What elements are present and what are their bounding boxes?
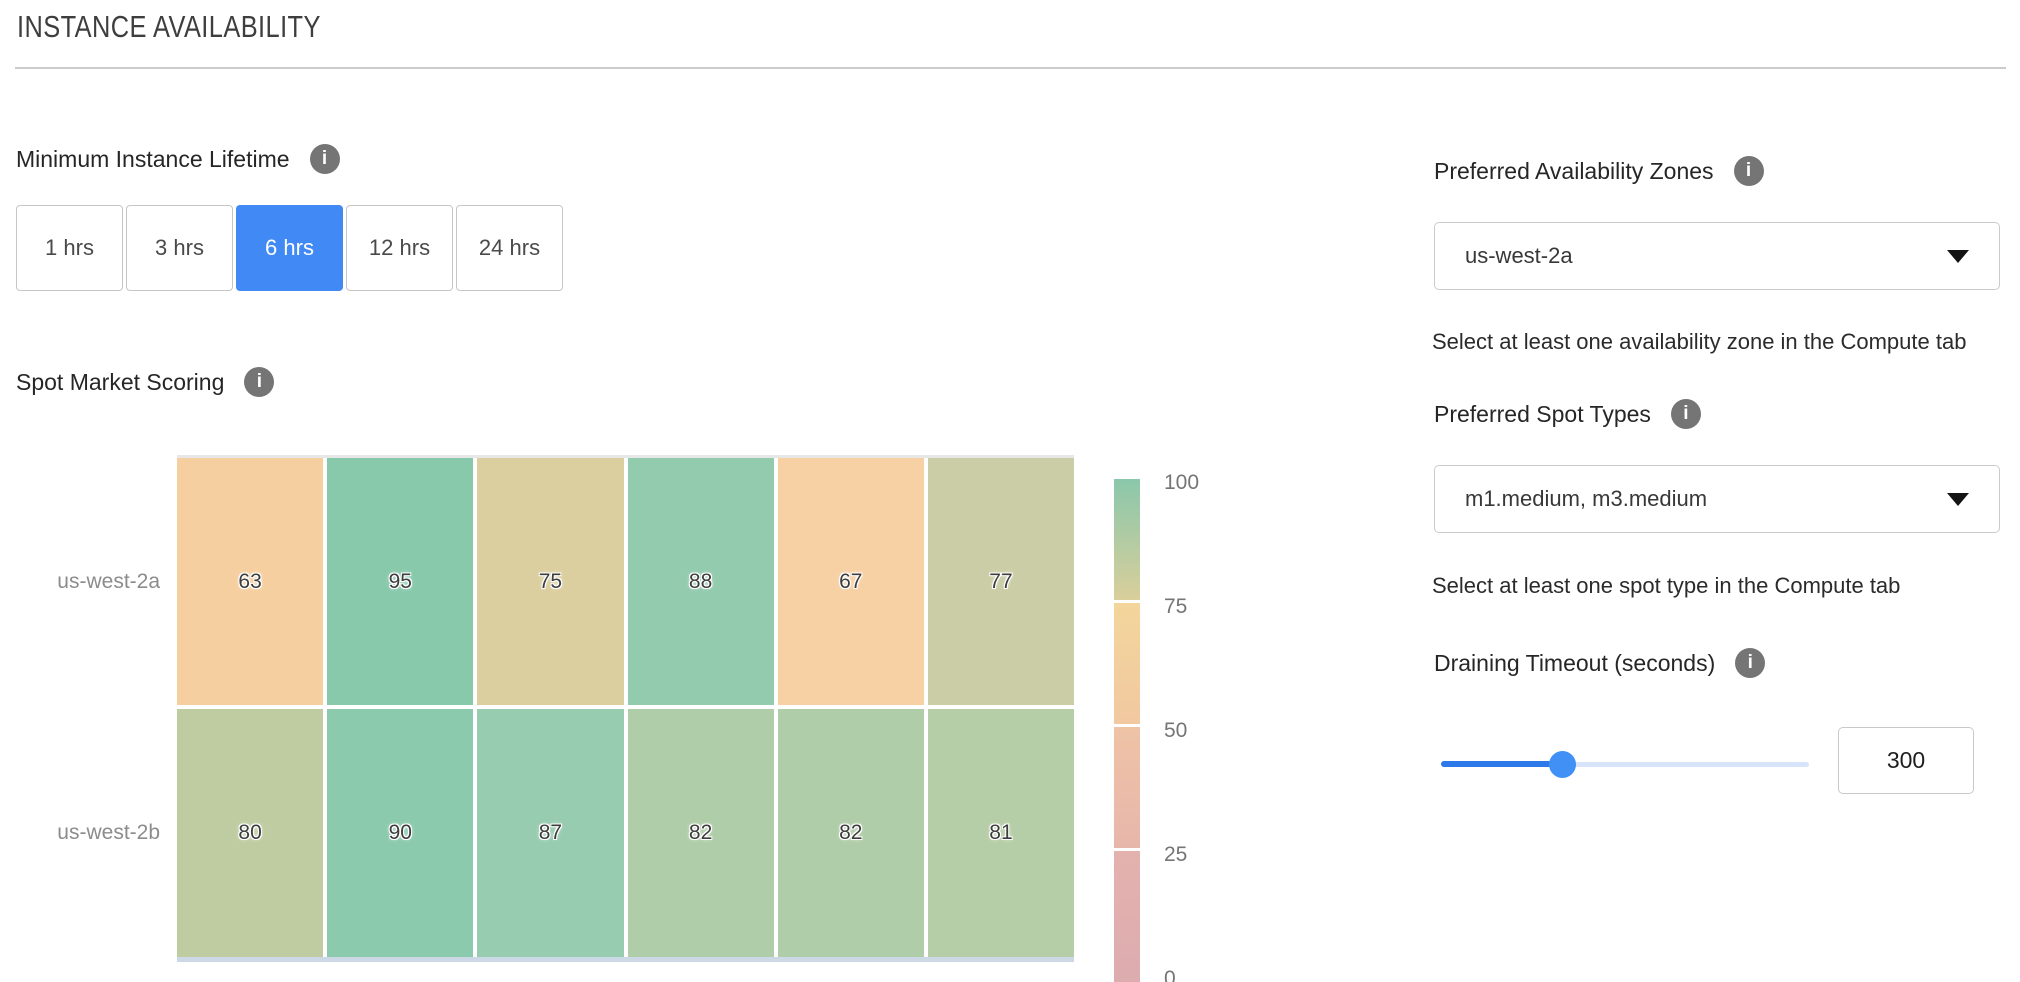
colorbar-tick-label: 75 [1164, 595, 1187, 619]
heatmap-axis-line [177, 957, 1074, 962]
spot-types-info-icon[interactable]: i [1671, 399, 1701, 429]
heatmap-row-us-west-2a: 639575886777 [177, 458, 1074, 705]
minimum-instance-lifetime-label-row: Minimum Instance Lifetime i [16, 144, 340, 174]
minimum-instance-lifetime-label: Minimum Instance Lifetime [16, 146, 290, 173]
slider-thumb[interactable] [1549, 751, 1576, 778]
page-title: INSTANCE AVAILABILITY [17, 9, 321, 45]
chevron-down-icon [1947, 250, 1969, 263]
instance-availability-panel: INSTANCE AVAILABILITY Minimum Instance L… [0, 0, 2020, 982]
availability-zones-helper-text: Select at least one availability zone in… [1432, 329, 1966, 355]
colorbar-tick-label: 100 [1164, 471, 1199, 495]
draining-timeout-input[interactable] [1838, 727, 1974, 794]
heatmap-cell: 95 [327, 458, 473, 705]
heatmap-colorbar [1114, 479, 1140, 982]
availability-zones-info-icon[interactable]: i [1734, 156, 1764, 186]
spot-market-scoring-heatmap: 639575886777809087828281 [177, 458, 1074, 957]
availability-zones-select[interactable]: us-west-2a [1434, 222, 2000, 290]
availability-zones-selected-value: us-west-2a [1465, 243, 1573, 269]
spot-market-scoring-info-icon[interactable]: i [244, 367, 274, 397]
heatmap-cell: 67 [778, 458, 924, 705]
draining-timeout-label-row: Draining Timeout (seconds) i [1434, 648, 1765, 678]
slider-fill [1441, 761, 1562, 767]
heatmap-cell: 82 [778, 709, 924, 957]
heatmap-cell: 81 [928, 709, 1074, 957]
lifetime-option-1-hrs[interactable]: 1 hrs [16, 205, 123, 291]
lifetime-option-3-hrs[interactable]: 3 hrs [126, 205, 233, 291]
colorbar-segment [1114, 479, 1140, 600]
lifetime-button-group: 1 hrs3 hrs6 hrs12 hrs24 hrs [16, 205, 563, 291]
chevron-down-icon [1947, 493, 1969, 506]
spot-market-scoring-label: Spot Market Scoring [16, 369, 224, 396]
spot-market-scoring-label-row: Spot Market Scoring i [16, 367, 274, 397]
divider [15, 67, 2006, 69]
heatmap-row-label: us-west-2a [10, 458, 160, 705]
heatmap-row-us-west-2b: 809087828281 [177, 709, 1074, 957]
draining-timeout-label: Draining Timeout (seconds) [1434, 650, 1715, 677]
spot-types-label: Preferred Spot Types [1434, 401, 1651, 428]
minimum-instance-lifetime-info-icon[interactable]: i [310, 144, 340, 174]
spot-types-helper-text: Select at least one spot type in the Com… [1432, 573, 1900, 599]
colorbar-tick-label: 0 [1164, 967, 1176, 982]
draining-timeout-info-icon[interactable]: i [1735, 648, 1765, 678]
spot-types-label-row: Preferred Spot Types i [1434, 399, 1701, 429]
heatmap-cell: 80 [177, 709, 323, 957]
colorbar-segment [1114, 727, 1140, 848]
spot-types-select[interactable]: m1.medium, m3.medium [1434, 465, 2000, 533]
lifetime-option-12-hrs[interactable]: 12 hrs [346, 205, 453, 291]
colorbar-tick-label: 25 [1164, 843, 1187, 867]
heatmap-cell: 82 [628, 709, 774, 957]
availability-zones-label: Preferred Availability Zones [1434, 158, 1714, 185]
heatmap-cell: 75 [477, 458, 623, 705]
colorbar-tick-label: 50 [1164, 719, 1187, 743]
lifetime-option-6-hrs[interactable]: 6 hrs [236, 205, 343, 291]
heatmap-cell: 77 [928, 458, 1074, 705]
colorbar-segment [1114, 603, 1140, 724]
draining-timeout-slider[interactable] [1441, 751, 1809, 777]
heatmap-cell: 87 [477, 709, 623, 957]
heatmap-row-label: us-west-2b [10, 709, 160, 957]
availability-zones-label-row: Preferred Availability Zones i [1434, 156, 1764, 186]
colorbar-segment [1114, 851, 1140, 982]
lifetime-option-24-hrs[interactable]: 24 hrs [456, 205, 563, 291]
heatmap-cell: 90 [327, 709, 473, 957]
heatmap-cell: 63 [177, 458, 323, 705]
heatmap-cell: 88 [628, 458, 774, 705]
spot-types-selected-value: m1.medium, m3.medium [1465, 486, 1707, 512]
